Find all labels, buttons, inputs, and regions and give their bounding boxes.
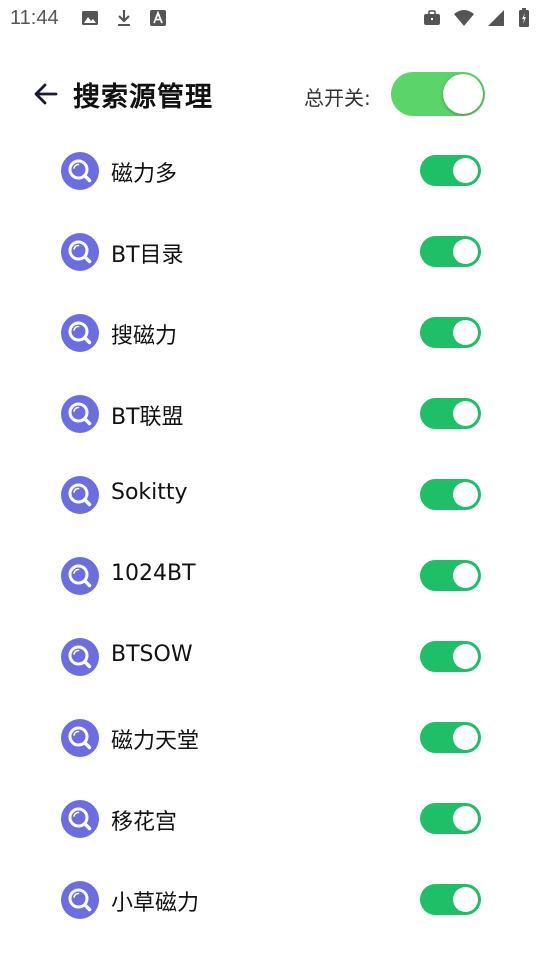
source-name: 小草磁力 xyxy=(111,891,200,916)
search-icon xyxy=(60,151,100,191)
source-row: BTSOW xyxy=(0,616,540,697)
switch-knob xyxy=(453,725,478,750)
source-name: 1024BT xyxy=(111,561,196,586)
source-name: 搜磁力 xyxy=(111,324,178,349)
source-toggle[interactable] xyxy=(420,479,481,510)
search-icon xyxy=(60,475,100,515)
source-row: Sokitty xyxy=(0,454,540,535)
search-icon xyxy=(60,718,100,758)
switch-knob xyxy=(453,401,478,426)
switch-knob xyxy=(453,806,478,831)
source-toggle[interactable] xyxy=(420,236,481,267)
source-toggle[interactable] xyxy=(420,641,481,672)
switch-knob xyxy=(453,887,478,912)
source-row: 磁力天堂 xyxy=(0,697,540,778)
wifi-icon xyxy=(454,10,474,26)
source-row: 小草磁力 xyxy=(0,859,540,940)
source-row: BT联盟 xyxy=(0,373,540,454)
source-name: 磁力天堂 xyxy=(111,729,200,754)
source-row: BT目录 xyxy=(0,211,540,292)
source-row: 移花宫 xyxy=(0,778,540,859)
source-toggle[interactable] xyxy=(420,803,481,834)
source-name: 移花宫 xyxy=(111,810,178,835)
source-toggle[interactable] xyxy=(420,317,481,348)
source-name: Sokitty xyxy=(111,480,188,505)
battery-charging-icon xyxy=(519,8,529,27)
switch-knob xyxy=(453,482,478,507)
source-name: BTSOW xyxy=(111,642,193,667)
source-list: 磁力多 BT目录搜磁力 BT联盟 Sokitty 1024BT BTSOW 磁力天堂移花宫小… xyxy=(0,130,540,940)
source-toggle[interactable] xyxy=(420,560,481,591)
master-switch-label: 总开关: xyxy=(304,86,371,110)
source-name: BT目录 xyxy=(111,243,184,268)
notification-icons xyxy=(80,8,168,28)
source-toggle[interactable] xyxy=(420,722,481,753)
source-row: 搜磁力 xyxy=(0,292,540,373)
search-icon xyxy=(60,880,100,920)
source-row: 1024BT xyxy=(0,535,540,616)
master-switch[interactable] xyxy=(391,72,485,116)
switch-knob xyxy=(443,74,483,114)
source-row: 磁力多 xyxy=(0,130,540,211)
download-icon xyxy=(118,10,130,26)
font-icon xyxy=(150,10,166,26)
search-icon xyxy=(60,556,100,596)
source-name: BT联盟 xyxy=(111,405,184,430)
system-icons xyxy=(422,8,530,28)
search-icon xyxy=(60,313,100,353)
search-icon xyxy=(60,232,100,272)
arrow-left-icon xyxy=(34,83,58,105)
switch-knob xyxy=(453,158,478,183)
image-icon xyxy=(82,11,98,25)
switch-knob xyxy=(453,320,478,345)
signal-icon xyxy=(488,10,504,26)
header: 搜索源管理 总开关: xyxy=(0,60,540,130)
switch-knob xyxy=(453,239,478,264)
switch-knob xyxy=(453,644,478,669)
status-bar: 11:44 xyxy=(0,0,540,36)
search-icon xyxy=(60,394,100,434)
source-toggle[interactable] xyxy=(420,884,481,915)
search-icon xyxy=(60,799,100,839)
briefcase-icon xyxy=(424,10,440,25)
source-toggle[interactable] xyxy=(420,398,481,429)
search-icon xyxy=(60,637,100,677)
switch-knob xyxy=(453,563,478,588)
back-button[interactable] xyxy=(28,76,64,112)
status-time: 11:44 xyxy=(10,7,59,29)
page-title: 搜索源管理 xyxy=(73,82,213,113)
source-name: 磁力多 xyxy=(111,162,178,187)
source-toggle[interactable] xyxy=(420,155,481,186)
